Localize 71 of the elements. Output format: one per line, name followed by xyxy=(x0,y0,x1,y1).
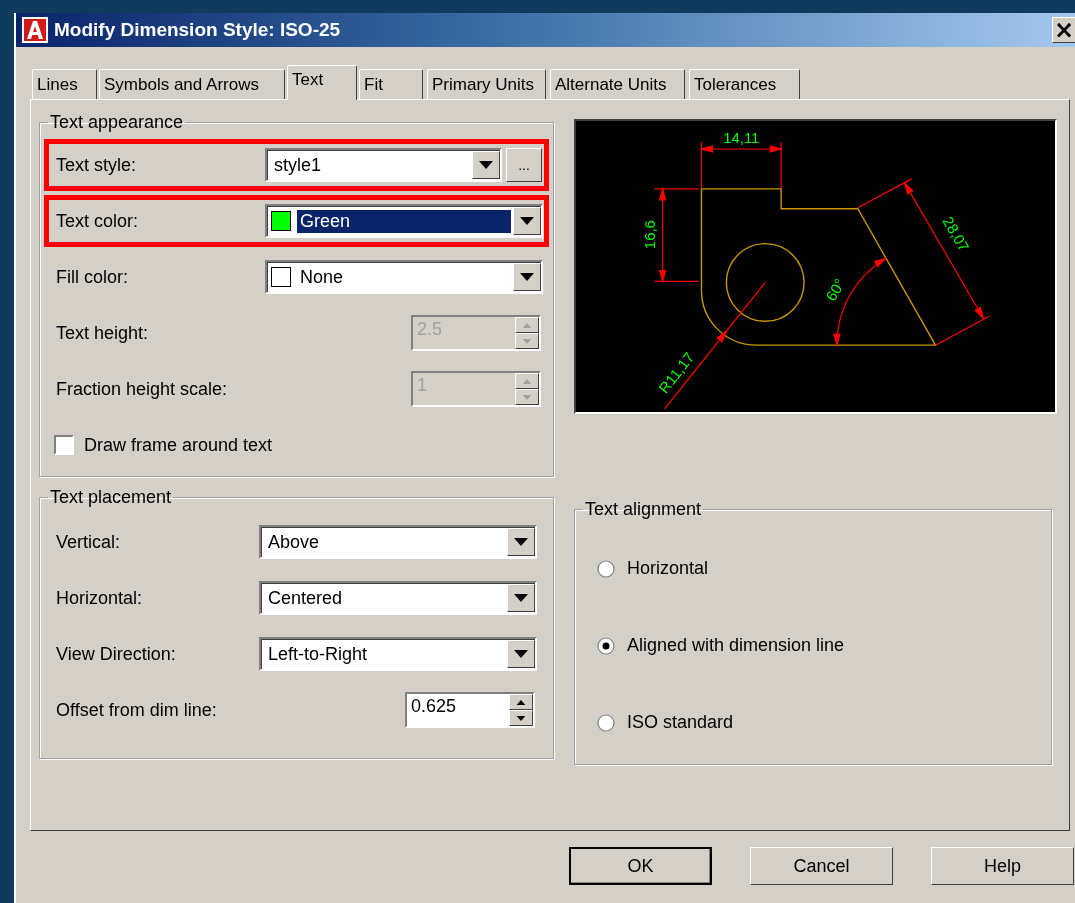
dropdown[interactable]: Green xyxy=(265,204,543,238)
dropdown[interactable]: Left-to-Right xyxy=(259,637,537,671)
app-logo-icon xyxy=(22,17,48,43)
tab[interactable]: Symbols and Arrows xyxy=(99,69,285,99)
dropdown[interactable]: Above xyxy=(259,525,537,559)
dropdown-value: Left-to-Right xyxy=(267,642,369,666)
field-label: Horizontal: xyxy=(55,587,144,609)
caret-down-icon xyxy=(514,594,528,602)
dropdown-value: Green xyxy=(297,209,511,233)
dropdown-arrow-button[interactable] xyxy=(513,207,541,235)
dropdown[interactable]: None xyxy=(265,260,543,294)
number-field[interactable]: 0.625 xyxy=(405,692,535,728)
caret-down-icon xyxy=(522,394,532,400)
tab[interactable]: Text xyxy=(287,65,357,100)
radio-button[interactable] xyxy=(597,559,615,578)
dialog-button[interactable]: OK xyxy=(569,847,712,885)
checkbox[interactable] xyxy=(54,435,74,455)
checkbox-label: Draw frame around text xyxy=(84,434,273,456)
close-button[interactable]: × xyxy=(1052,17,1075,43)
tab[interactable]: Tolerances xyxy=(689,69,800,99)
browse-button[interactable]: ... xyxy=(506,148,542,182)
dropdown-value: Centered xyxy=(267,586,344,610)
dropdown[interactable]: Centered xyxy=(259,581,537,615)
radio-button[interactable] xyxy=(597,636,615,655)
field-label: Text color: xyxy=(55,210,140,232)
caret-up-icon xyxy=(516,699,526,705)
field-label: Text height: xyxy=(55,322,150,344)
caret-down-icon xyxy=(514,538,528,546)
caret-down-icon xyxy=(516,715,526,721)
radio-label: Aligned with dimension line xyxy=(627,635,845,656)
group-title: Text alignment xyxy=(584,499,703,520)
dropdown-value: Above xyxy=(267,530,321,554)
dimension-text: 16,6 xyxy=(640,220,658,250)
window-title: Modify Dimension Style: ISO-25 xyxy=(54,19,342,41)
dimension-text: 14,11 xyxy=(723,129,760,146)
field-label: Offset from dim line: xyxy=(55,699,218,721)
tab[interactable]: Alternate Units xyxy=(550,69,685,99)
field-label: Fill color: xyxy=(55,266,129,288)
dropdown-arrow-button[interactable] xyxy=(507,640,535,668)
caret-down-icon xyxy=(522,338,532,344)
radio-label: ISO standard xyxy=(627,712,734,733)
tab[interactable]: Lines xyxy=(32,69,97,99)
dropdown[interactable]: style1 xyxy=(265,148,502,182)
group-title: Text appearance xyxy=(49,112,185,133)
dropdown-arrow-button[interactable] xyxy=(513,263,541,291)
caret-up-icon xyxy=(522,378,532,384)
radio-label: Horizontal xyxy=(627,558,709,579)
tab[interactable]: Primary Units xyxy=(427,69,546,99)
radio-button[interactable] xyxy=(597,713,615,732)
dropdown-value: style1 xyxy=(273,153,323,177)
tab[interactable]: Fit xyxy=(359,69,423,99)
caret-down-icon xyxy=(520,217,534,225)
caret-down-icon xyxy=(479,161,493,169)
spin-up-button[interactable] xyxy=(509,694,533,710)
field-value: 0.625 xyxy=(410,695,458,718)
dropdown-arrow-button[interactable] xyxy=(507,584,535,612)
caret-up-icon xyxy=(522,322,532,328)
field-label: Text style: xyxy=(55,154,138,176)
dialog-button[interactable]: Cancel xyxy=(750,847,893,885)
field-label: View Direction: xyxy=(55,643,177,665)
dimension-text: 60° xyxy=(822,275,849,304)
caret-down-icon xyxy=(514,650,528,658)
field-label: Fraction height scale: xyxy=(55,378,229,400)
field-label: Vertical: xyxy=(55,531,122,553)
dialog-button[interactable]: Help xyxy=(931,847,1074,885)
dropdown-value: None xyxy=(299,265,345,289)
dropdown-arrow-button[interactable] xyxy=(472,151,500,179)
dropdown-arrow-button[interactable] xyxy=(507,528,535,556)
caret-down-icon xyxy=(520,273,534,281)
spin-down-button[interactable] xyxy=(509,710,533,726)
group-title: Text placement xyxy=(49,487,173,508)
